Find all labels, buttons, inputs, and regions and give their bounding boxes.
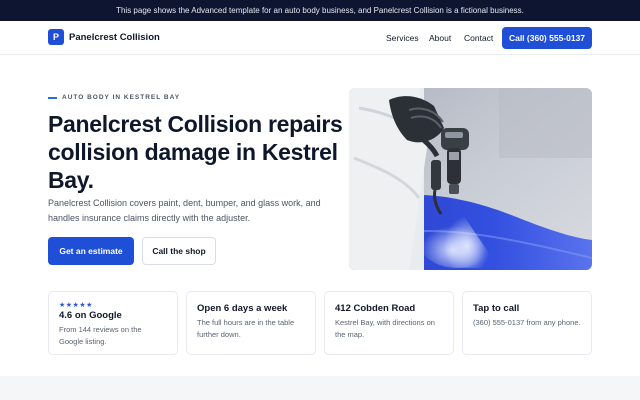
top-navigation: P Panelcrest Collision Services About Co…: [0, 21, 640, 55]
address-text: Kestrel Bay, with directions on the map.: [335, 318, 435, 339]
hero-eyebrow: AUTO BODY IN KESTREL BAY: [48, 94, 180, 101]
address-title: 412 Cobden Road: [335, 303, 416, 314]
eyebrow-rule: [48, 96, 57, 99]
hero-headline: Panelcrest Collision repairs collision d…: [48, 111, 343, 193]
fiction-notice-bar: This page shows the Advanced template fo…: [0, 0, 640, 21]
rating-stars-icon: ★★★★★: [59, 302, 93, 309]
rating-text: From 144 reviews on the Google listing.: [59, 325, 142, 346]
hours-card: Open 6 days a week The full hours are in…: [186, 291, 316, 355]
nav-link-about[interactable]: About: [429, 33, 451, 43]
nav-call-button[interactable]: Call (360) 555-0137: [502, 27, 592, 49]
eyebrow-text: AUTO BODY IN KESTREL BAY: [62, 94, 181, 101]
hero-image-spray-painting: [349, 88, 592, 270]
hours-text: The full hours are in the table further …: [197, 318, 295, 339]
nav-link-services[interactable]: Services: [386, 33, 419, 43]
call-shop-button[interactable]: Call the shop: [142, 237, 216, 265]
tap-to-call-text: (360) 555-0137 from any phone.: [473, 318, 581, 327]
hero-description: Panelcrest Collision covers paint, dent,…: [48, 198, 321, 223]
brand-name: Panelcrest Collision: [69, 31, 160, 43]
hours-title: Open 6 days a week: [197, 303, 288, 314]
spray-painting-illustration: [349, 88, 592, 270]
address-card: 412 Cobden Road Kestrel Bay, with direct…: [324, 291, 454, 355]
brand-link[interactable]: P Panelcrest Collision: [48, 29, 160, 45]
get-estimate-button[interactable]: Get an estimate: [48, 237, 134, 265]
brand-logo: P: [48, 29, 64, 45]
tap-to-call-title: Tap to call: [473, 303, 520, 314]
fiction-notice-text: This page shows the Advanced template fo…: [116, 6, 524, 15]
google-rating-card: ★★★★★ 4.6 on Google From 144 reviews on …: [48, 291, 178, 355]
next-section-band: [0, 376, 640, 400]
rating-title: 4.6 on Google: [59, 310, 122, 321]
nav-link-contact[interactable]: Contact: [464, 33, 493, 43]
tap-to-call-card[interactable]: Tap to call (360) 555-0137 from any phon…: [462, 291, 592, 355]
